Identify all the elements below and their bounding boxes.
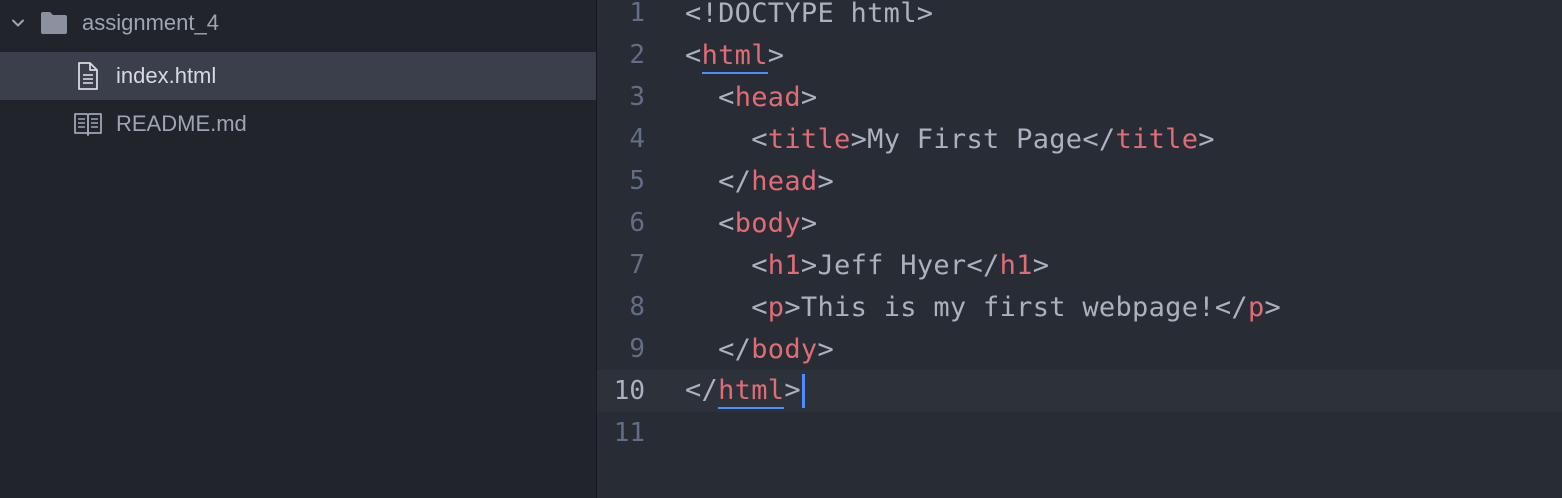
file-row-readme-md[interactable]: README.md <box>0 100 596 148</box>
syntax-tag: body <box>734 207 801 239</box>
line-number: 3 <box>629 82 645 112</box>
syntax-text: > <box>1264 291 1282 323</box>
code-line[interactable]: 7 <h1>Jeff Hyer</h1> <box>597 244 1562 286</box>
syntax-text: > <box>800 207 818 239</box>
syntax-text: </ <box>1214 291 1248 323</box>
syntax-text: </ <box>718 165 752 197</box>
syntax-tag: body <box>751 333 818 365</box>
code-text: </body> <box>685 334 834 365</box>
chevron-down-icon[interactable] <box>8 13 28 33</box>
code-line[interactable]: 6 <body> <box>597 202 1562 244</box>
syntax-text: < <box>718 207 735 239</box>
syntax-text: </ <box>685 374 719 406</box>
line-number: 8 <box>629 292 645 322</box>
syntax-text: </ <box>1082 123 1116 155</box>
syntax-text: < <box>751 123 768 155</box>
file-row-index-html[interactable]: index.html <box>0 52 596 100</box>
line-number: 10 <box>613 376 645 406</box>
code-line[interactable]: 10 </html> <box>597 370 1562 412</box>
editor-window: assignment_4 index.html README.md 1 <!DO… <box>0 0 1562 498</box>
syntax-text: < <box>685 39 702 71</box>
code-text: <h1>Jeff Hyer</h1> <box>685 250 1049 281</box>
syntax-text: > <box>800 249 818 281</box>
line-number: 2 <box>629 40 645 70</box>
syntax-text: < <box>751 249 768 281</box>
code-line[interactable]: 1 <!DOCTYPE html> <box>597 0 1562 34</box>
syntax-text: > <box>850 123 868 155</box>
syntax-text: > <box>817 165 835 197</box>
syntax-text: < <box>751 291 768 323</box>
syntax-tag: p <box>767 291 785 323</box>
syntax-text: > <box>1032 249 1050 281</box>
code-text: <body> <box>685 208 817 239</box>
code-line[interactable]: 11 <box>597 412 1562 454</box>
syntax-text: Jeff Hyer <box>817 249 967 281</box>
code-text: <!DOCTYPE html> <box>685 0 933 29</box>
syntax-text: This is my first webpage! <box>800 291 1215 323</box>
syntax-tag: h1 <box>999 249 1033 281</box>
line-number: 1 <box>629 0 645 28</box>
syntax-text: </ <box>718 333 752 365</box>
syntax-tag: h1 <box>767 249 801 281</box>
code-text: </head> <box>685 166 834 197</box>
syntax-text: My First Page <box>867 123 1083 155</box>
syntax-text: > <box>1198 123 1215 155</box>
book-icon <box>72 109 104 139</box>
line-number: 4 <box>629 124 645 154</box>
line-number: 5 <box>629 166 645 196</box>
code-editor[interactable]: 1 <!DOCTYPE html> 2 <html> 3 <head> 4 <title>… <box>597 0 1562 498</box>
syntax-tag: p <box>1247 291 1265 323</box>
syntax-text: > <box>800 81 818 113</box>
syntax-tag: html <box>701 39 768 74</box>
syntax-tag: title <box>767 123 851 155</box>
code-line[interactable]: 3 <head> <box>597 76 1562 118</box>
syntax-text: < <box>718 81 735 113</box>
file-text-icon <box>72 61 104 91</box>
folder-label: assignment_4 <box>82 10 219 35</box>
tree-view: assignment_4 index.html README.md <box>0 0 597 498</box>
syntax-text: > <box>817 333 835 365</box>
file-label: README.md <box>116 111 247 136</box>
line-number: 6 <box>629 208 645 238</box>
line-number: 7 <box>629 250 645 280</box>
code-text: <title>My First Page</title> <box>685 124 1215 155</box>
syntax-text: <!DOCTYPE html> <box>685 0 934 29</box>
line-number: 9 <box>629 334 645 364</box>
folder-row-assignment-4[interactable]: assignment_4 <box>0 0 596 48</box>
code-line[interactable]: 8 <p>This is my first webpage!</p> <box>597 286 1562 328</box>
syntax-text: > <box>767 39 785 71</box>
code-text: <p>This is my first webpage!</p> <box>685 292 1281 323</box>
code-line[interactable]: 2 <html> <box>597 34 1562 76</box>
code-line[interactable]: 5 </head> <box>597 160 1562 202</box>
code-text: </html> <box>685 374 805 409</box>
syntax-tag: head <box>751 165 818 197</box>
syntax-tag: html <box>718 374 785 409</box>
text-cursor <box>801 374 805 408</box>
code-line[interactable]: 4 <title>My First Page</title> <box>597 118 1562 160</box>
code-line[interactable]: 9 </body> <box>597 328 1562 370</box>
syntax-tag: title <box>1115 123 1199 155</box>
code-text: <html> <box>685 39 785 74</box>
syntax-tag: head <box>734 81 801 113</box>
syntax-text: > <box>784 374 801 406</box>
syntax-text: > <box>784 291 801 323</box>
syntax-text: </ <box>966 249 1000 281</box>
code-text: <head> <box>685 82 817 113</box>
line-number: 11 <box>613 418 645 448</box>
file-label: index.html <box>116 63 217 88</box>
folder-icon <box>40 11 68 35</box>
